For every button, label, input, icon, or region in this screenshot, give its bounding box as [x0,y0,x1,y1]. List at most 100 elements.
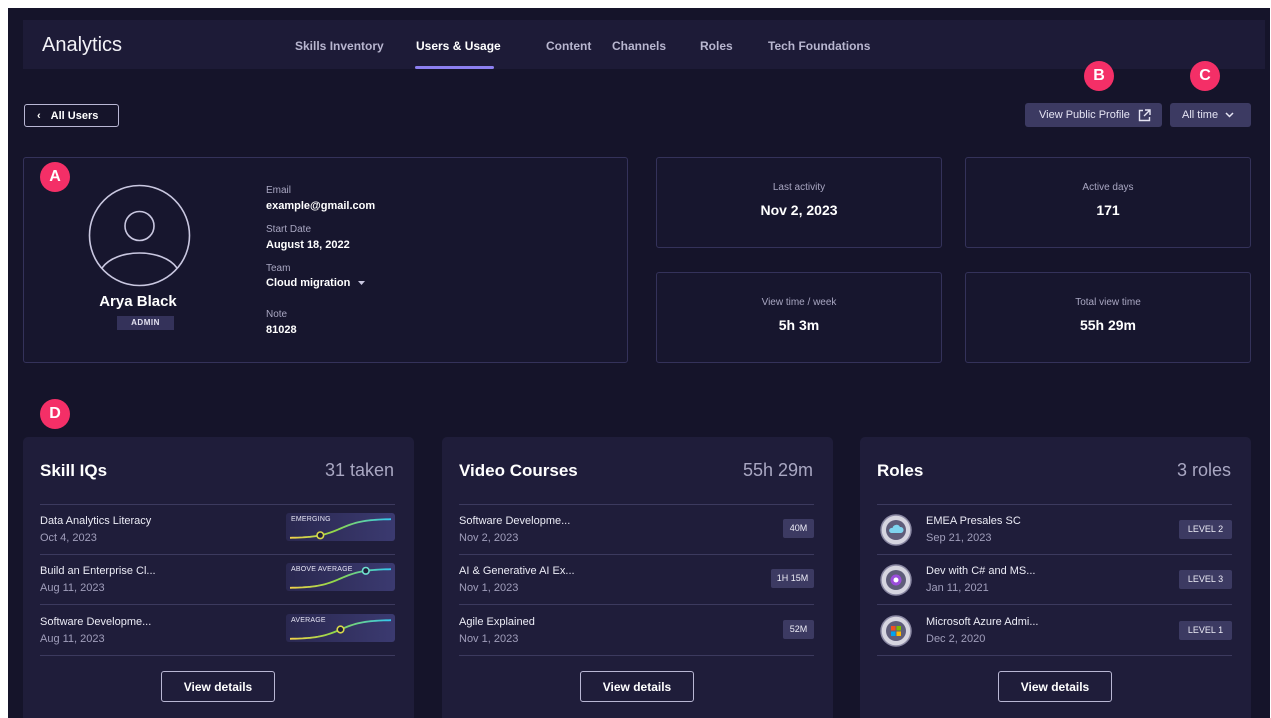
tab-roles[interactable]: Roles [700,39,733,53]
tab-channels[interactable]: Channels [612,39,666,53]
divider [40,504,395,505]
level-badge: LEVEL 1 [1179,621,1232,640]
team-label: Team [266,263,291,274]
item-date: Nov 1, 2023 [459,582,519,594]
divider [40,655,395,656]
analytics-app: Analytics Skills Inventory Users & Usage… [8,8,1270,718]
duration-badge: 52M [783,620,814,639]
panel-title: Roles [877,461,924,480]
item-title: Software Developme... [459,515,571,527]
chevron-down-icon [1225,112,1234,118]
tab-tech-foundations[interactable]: Tech Foundations [768,39,870,53]
item-date: Oct 4, 2023 [40,532,97,544]
avatar-user-icon [88,184,191,287]
item-title: Software Developme... [40,616,152,628]
skill-iqs-panel: Skill IQs 31 taken Data Analytics Litera… [23,437,414,718]
item-title: Microsoft Azure Admi... [926,616,1039,628]
divider [40,554,395,555]
stat-view-time-week: View time / week 5h 3m [656,272,942,363]
duration-badge: 40M [783,519,814,538]
chevron-left-icon: ‹ [37,109,41,122]
item-date: Jan 11, 2021 [926,582,989,594]
item-title: EMEA Presales SC [926,515,1021,527]
app-title: Analytics [42,34,123,56]
skill-iqs-view-details-button[interactable]: View details [161,671,275,702]
item-date: Dec 2, 2020 [926,633,986,645]
top-navigation: Analytics Skills Inventory Users & Usage… [23,20,1265,69]
duration-badge: 1H 15M [771,569,814,588]
video-courses-panel: Video Courses 55h 29m Software Developme… [442,437,833,718]
marker-a: A [40,162,70,192]
email-label: Email [266,185,292,196]
note-label: Note [266,309,288,320]
tab-users-usage[interactable]: Users & Usage [416,39,501,53]
skill-level-label: ABOVE AVERAGE [291,566,353,573]
marker-b: B [1084,61,1114,91]
skill-level-chip: EMERGING [286,513,395,541]
time-range-dropdown[interactable]: All time [1170,103,1251,127]
video-courses-view-details-button[interactable]: View details [580,671,694,702]
cloud-icon [880,514,912,546]
skill-level-chip: ABOVE AVERAGE [286,563,395,591]
active-tab-indicator [415,66,494,69]
view-profile-label: View Public Profile [1039,109,1130,121]
email-value: example@gmail.com [266,200,376,212]
tab-content[interactable]: Content [546,39,591,53]
divider [459,655,814,656]
skill-level-marker [316,531,325,540]
item-title: Agile Explained [459,616,535,628]
roles-view-details-button[interactable]: View details [998,671,1112,702]
team-dropdown[interactable]: Cloud migration [266,277,366,289]
stat-label: Last activity [772,182,826,193]
item-title: Data Analytics Literacy [40,515,152,527]
profile-card: Arya Black ADMIN Email example@gmail.com… [23,157,628,363]
roles-panel: Roles 3 roles EMEA Presales SC Sep 21, 2… [860,437,1251,718]
caret-down-icon [358,281,366,285]
divider [877,655,1232,656]
all-users-back-button[interactable]: ‹ All Users [24,104,119,127]
panel-summary: 31 taken [324,460,394,480]
role-badge: ADMIN [117,316,174,330]
divider [459,504,814,505]
stat-label: View time / week [761,297,837,308]
divider [877,504,1232,505]
user-name: Arya Black [99,293,177,310]
back-button-label: All Users [50,109,99,122]
divider [459,554,814,555]
stat-active-days: Active days 171 [965,157,1251,248]
skill-level-label: EMERGING [291,516,331,523]
stat-value: 55h 29m [1079,317,1137,333]
item-date: Aug 11, 2023 [40,582,105,594]
item-title: Dev with C# and MS... [926,565,1036,577]
item-date: Nov 1, 2023 [459,633,519,645]
stat-last-activity: Last activity Nov 2, 2023 [656,157,942,248]
skill-level-marker [336,625,345,634]
view-public-profile-button[interactable]: View Public Profile [1025,103,1162,127]
tab-skills-inventory[interactable]: Skills Inventory [295,39,384,53]
stat-value: 5h 3m [778,317,820,333]
stat-label: Total view time [1075,297,1141,308]
item-title: AI & Generative AI Ex... [459,565,575,577]
team-value: Cloud migration [266,277,351,289]
divider [40,604,395,605]
item-date: Sep 21, 2023 [926,532,992,544]
divider [877,554,1232,555]
csharp-icon [880,564,912,596]
stat-total-view-time: Total view time 55h 29m [965,272,1251,363]
stat-label: Active days [1082,182,1134,193]
skill-level-chip: AVERAGE [286,614,395,642]
item-title: Build an Enterprise Cl... [40,565,156,577]
divider [877,604,1232,605]
item-date: Nov 2, 2023 [459,532,519,544]
panel-title: Skill IQs [40,461,108,480]
divider [459,604,814,605]
start-date-label: Start Date [266,224,312,235]
external-link-icon [1138,108,1151,121]
skill-level-marker [361,566,370,575]
stat-value: 171 [1096,202,1120,218]
item-date: Aug 11, 2023 [40,633,105,645]
level-badge: LEVEL 2 [1179,520,1232,539]
panel-title: Video Courses [459,461,578,480]
start-date-value: August 18, 2022 [266,239,350,251]
microsoft-icon [880,615,912,647]
